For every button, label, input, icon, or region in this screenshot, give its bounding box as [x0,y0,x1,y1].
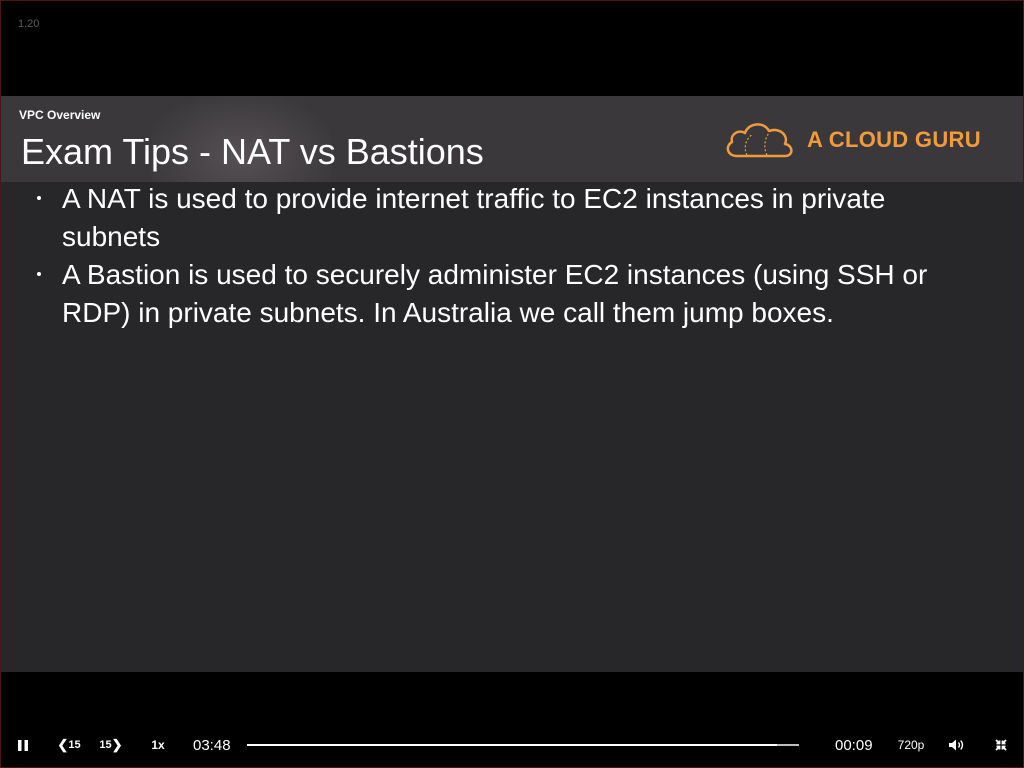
pause-icon [18,739,28,751]
rewind-15-button[interactable]: ❮ 15 [54,728,84,762]
progress-bar[interactable] [247,744,799,746]
bullet-item: A NAT is used to provide internet traffi… [31,180,981,256]
corner-label: 1.20 [18,18,40,30]
slide-title: Exam Tips - NAT vs Bastions [21,131,484,172]
chevron-left-icon: ❮ [57,737,69,752]
volume-icon [949,739,964,751]
cloud-logo-icon [726,123,793,158]
volume-button[interactable] [944,728,970,762]
pause-button[interactable] [10,728,36,762]
slide-header: VPC Overview Exam Tips - NAT vs Bastions… [1,96,1023,182]
rewind-label: 15 [68,739,81,751]
bullet-text: A NAT is used to provide internet traffi… [62,183,886,252]
section-label: VPC Overview [19,108,101,122]
forward-label: 15 [99,739,112,751]
exit-fullscreen-icon [995,739,1007,751]
bullet-item: A Bastion is used to securely administer… [31,256,981,332]
speed-label: 1x [151,738,165,752]
speed-button[interactable]: 1x [144,728,172,762]
quality-button[interactable]: 720p [893,728,929,762]
elapsed-time: 03:48 [193,736,231,754]
video-area[interactable]: VPC Overview Exam Tips - NAT vs Bastions… [1,96,1023,672]
bullet-text: A Bastion is used to securely administer… [62,259,928,328]
logo: A CLOUD GURU [723,118,981,162]
bullet-icon [37,272,41,276]
forward-15-button[interactable]: 15 ❯ [96,728,126,762]
logo-text: A CLOUD GURU [807,127,981,152]
bullet-list: A NAT is used to provide internet traffi… [31,180,981,332]
bullet-icon [37,196,41,200]
quality-label: 720p [897,738,925,752]
progress-fill [247,744,777,746]
remaining-time: 00:09 [835,736,873,754]
player-controls: ❮ 15 15 ❯ 1x 03:48 00:09 720p [0,728,1024,762]
chevron-right-icon: ❯ [111,737,123,752]
exit-fullscreen-button[interactable] [988,728,1014,762]
